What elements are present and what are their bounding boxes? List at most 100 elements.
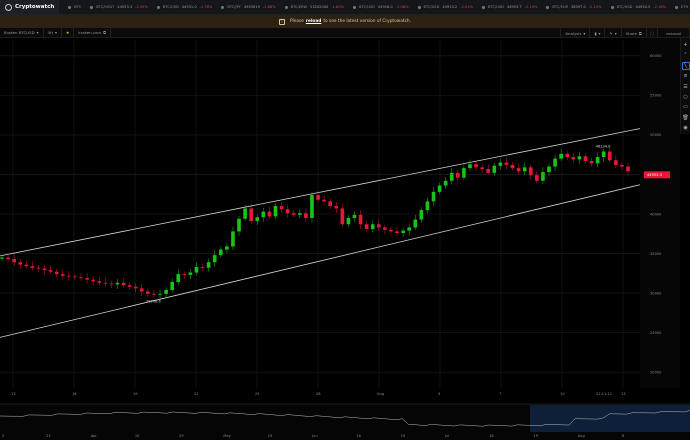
y-tick-label: 25000: [650, 331, 662, 335]
ticker-item[interactable]: BTC/USD 44913.2 -2.01%: [417, 5, 473, 9]
trendline-tool-icon[interactable]: ╲: [681, 61, 690, 71]
external-link-icon: ⧉: [103, 30, 106, 35]
ticker-symbol: BTC/USD: [487, 5, 504, 9]
candle-body: [449, 172, 454, 181]
navigator-x-label: 8: [622, 434, 625, 438]
analysis-label: Analysis: [565, 30, 582, 36]
candle-body: [504, 162, 509, 165]
exchange-icon: [353, 5, 357, 9]
candle-body: [121, 282, 126, 286]
y-tick-label: 20000: [650, 370, 662, 374]
mode-label: manual: [666, 30, 681, 36]
ticker-item[interactable]: BTC/USD 44916.0 -2.08%: [353, 5, 409, 9]
candle-body: [437, 185, 442, 192]
candle-body: [297, 213, 302, 215]
candlestick-icon: ▮: [594, 30, 597, 36]
ticker-item[interactable]: BTC/USDT 44953.3 -2.39%: [90, 5, 148, 9]
ticker-item[interactable]: BTC/USD 44930.5 -2.18%: [610, 5, 666, 9]
candle-body: [48, 270, 53, 272]
candle-body: [601, 151, 606, 158]
ticker-item[interactable]: ETH: [675, 5, 688, 9]
candle-body: [18, 262, 23, 265]
market-selector[interactable]: Kraken BTCUSD ▾: [0, 27, 44, 38]
candle-body: [468, 164, 472, 169]
navigator-x-label: Jun: [311, 434, 318, 438]
x-tick-label: 28: [316, 392, 321, 396]
navigator-x-label: 21: [46, 434, 51, 438]
candle-body: [334, 206, 339, 209]
eye-icon[interactable]: ◉: [682, 124, 690, 132]
candle-body: [535, 175, 539, 181]
app-logo[interactable]: Cryptowatch: [0, 0, 60, 14]
reload-link[interactable]: reload: [306, 19, 321, 24]
ticker-price: 53202000: [310, 5, 329, 9]
circle-tool-icon[interactable]: ○: [682, 93, 690, 101]
candle-body: [395, 231, 399, 233]
ticker-price: 44930.5: [635, 5, 651, 9]
ticker-item[interactable]: BTC/KRW 53202000 -1.80%: [284, 5, 345, 9]
ticker-change: -1.80%: [331, 5, 345, 9]
ticker-change: -2.10%: [588, 5, 602, 9]
candle-body: [249, 208, 254, 222]
source-link[interactable]: kraken.com ⧉: [74, 27, 111, 38]
candle-body: [553, 158, 557, 167]
candle-body: [346, 217, 351, 225]
price-chart[interactable]: 20000 25000 30000 35000 40000 45000 50000 55000…: [0, 0, 690, 440]
candle-body: [206, 262, 211, 268]
navigator-x-label: 16: [489, 434, 494, 438]
ticker-price: 44953.3: [117, 5, 133, 9]
candle-body: [522, 167, 527, 172]
ticker-price: 44953.7: [506, 5, 522, 9]
exchange-icon: [284, 5, 288, 9]
app-name: Cryptowatch: [15, 4, 55, 10]
trash-icon[interactable]: 🗑: [682, 113, 690, 121]
price-annotation: 29708.6: [146, 299, 162, 303]
draw-menu[interactable]: ✎ ▾: [605, 28, 622, 38]
exchange-icon: [156, 5, 160, 9]
candle-body: [389, 229, 393, 232]
x-tick-label: 19: [133, 392, 138, 396]
ticker-item[interactable]: BTC/USD 44931.0 -1.78%: [156, 5, 212, 9]
ticker-change: -1.88%: [262, 5, 276, 9]
ticker-item[interactable]: BTC/EUR 38397.0 -2.10%: [546, 5, 602, 9]
y-tick-label: 35000: [650, 252, 662, 256]
ticker-item[interactable]: BTC/JPY 4933019 -1.88%: [221, 5, 276, 9]
measure-tool-icon[interactable]: ▭: [682, 103, 690, 111]
candle-body: [364, 224, 369, 230]
candle-body: [36, 267, 41, 269]
ticker-symbol: BTC/USD: [162, 5, 179, 9]
crosshair-tool-icon[interactable]: +: [682, 41, 690, 49]
navigator-x-label: Aug: [578, 434, 585, 438]
exchange-icon: [546, 5, 550, 9]
share-button[interactable]: Share ⧉: [622, 28, 647, 38]
horizontal-line-tool-icon[interactable]: ≡: [682, 72, 690, 80]
candle-body: [352, 214, 357, 218]
chevron-down-icon: ▾: [36, 30, 39, 35]
candle-body: [97, 281, 102, 283]
y-tick-label: 55000: [650, 94, 662, 98]
mode-toggle[interactable]: manual: [658, 28, 690, 38]
candle-body: [243, 208, 247, 219]
fullscreen-button[interactable]: ⛶: [647, 28, 659, 38]
fibonacci-tool-icon[interactable]: ☰: [682, 82, 690, 90]
ticker-item[interactable]: BTC: [68, 5, 81, 9]
candle-body: [255, 217, 260, 222]
candle-body: [194, 266, 199, 273]
candle-body: [218, 249, 223, 256]
chart-type-menu[interactable]: ▮ ▾: [590, 28, 606, 38]
candle-body: [261, 211, 266, 218]
candle-body: [595, 157, 600, 164]
arrow-tool-icon[interactable]: ⌃: [682, 51, 690, 59]
candle-body: [322, 199, 326, 202]
candle-body: [383, 227, 387, 230]
candle-body: [486, 168, 491, 173]
candle-body: [127, 285, 132, 287]
analysis-menu[interactable]: Analysis ▾: [560, 28, 591, 38]
candle-body: [340, 208, 345, 225]
candle-body: [559, 153, 563, 159]
interval-selector[interactable]: 4H ▾: [44, 27, 62, 38]
ticker-item[interactable]: BTC/USD 44953.7 -2.10%: [481, 5, 537, 9]
candle-body: [516, 168, 521, 172]
favorite-button[interactable]: ★: [62, 27, 75, 38]
candle-body: [358, 214, 363, 225]
